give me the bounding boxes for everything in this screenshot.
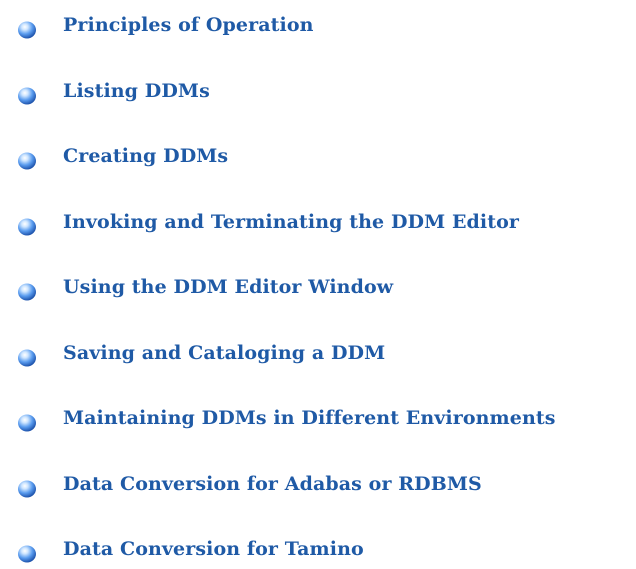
toc-link-principles[interactable]: Principles of Operation	[63, 14, 314, 36]
blue-sphere-bullet-icon	[18, 414, 36, 432]
toc-item-saving: Saving and Cataloging a DDM	[16, 334, 556, 372]
toc-link-invoking[interactable]: Invoking and Terminating the DDM Editor	[63, 211, 519, 233]
blue-sphere-bullet-icon	[18, 545, 36, 563]
blue-sphere-bullet-icon	[18, 21, 36, 39]
toc-item-listing: Listing DDMs	[16, 72, 556, 110]
blue-sphere-bullet-icon	[18, 87, 36, 104]
blue-sphere-bullet-icon	[18, 218, 36, 235]
toc-link-creating[interactable]: Creating DDMs	[63, 145, 228, 167]
toc-link-listing[interactable]: Listing DDMs	[63, 80, 210, 102]
toc-link-saving[interactable]: Saving and Cataloging a DDM	[63, 342, 385, 364]
toc-item-invoking: Invoking and Terminating the DDM Editor	[16, 203, 556, 241]
toc-item-conversion-adabas: Data Conversion for Adabas or RDBMS	[16, 465, 556, 503]
blue-sphere-bullet-icon	[18, 480, 36, 497]
toc-link-conversion-adabas[interactable]: Data Conversion for Adabas or RDBMS	[63, 473, 482, 495]
toc-link-editor-window[interactable]: Using the DDM Editor Window	[63, 276, 393, 298]
toc-link-maintaining[interactable]: Maintaining DDMs in Different Environmen…	[63, 407, 556, 429]
toc-item-maintaining: Maintaining DDMs in Different Environmen…	[16, 399, 556, 437]
toc-item-creating: Creating DDMs	[16, 137, 556, 175]
blue-sphere-bullet-icon	[18, 349, 36, 366]
toc-item-conversion-tamino: Data Conversion for Tamino	[16, 530, 556, 568]
toc-item-editor-window: Using the DDM Editor Window	[16, 268, 556, 306]
toc-link-conversion-tamino[interactable]: Data Conversion for Tamino	[63, 538, 364, 560]
table-of-contents: Principles of Operation Listing DDMs Cre…	[16, 6, 556, 568]
blue-sphere-bullet-icon	[18, 283, 36, 301]
toc-item-principles: Principles of Operation	[16, 6, 556, 44]
blue-sphere-bullet-icon	[18, 152, 36, 170]
